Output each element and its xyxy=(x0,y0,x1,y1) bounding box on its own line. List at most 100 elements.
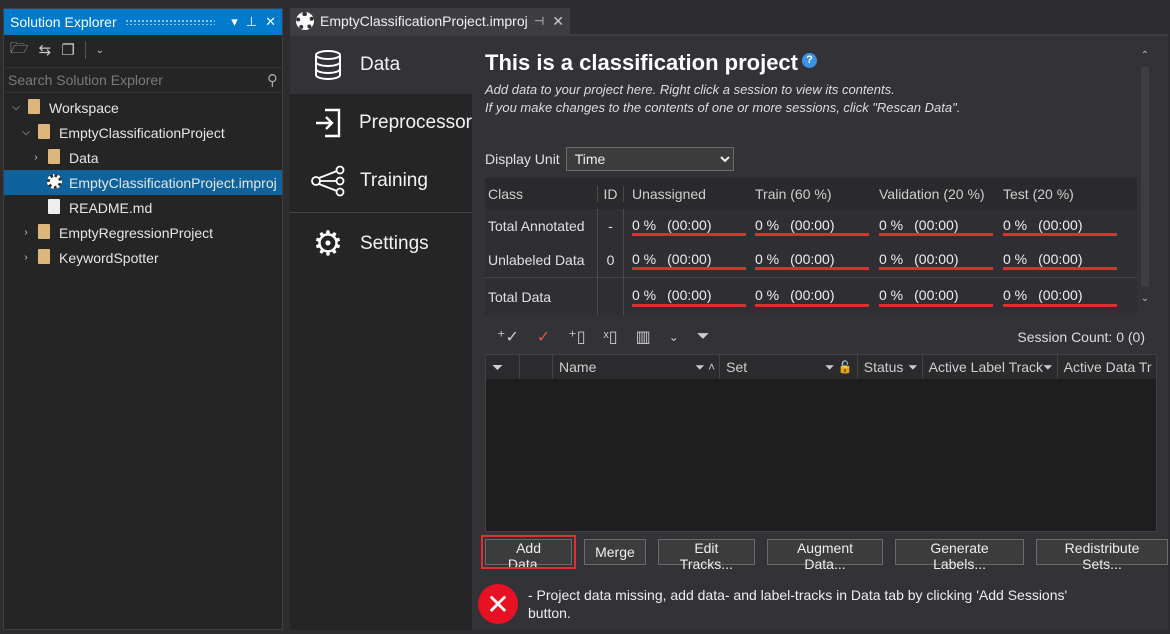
help-icon[interactable]: ? xyxy=(802,52,817,68)
add-check-icon[interactable]: ⁺✓ xyxy=(497,327,519,347)
tree-item[interactable]: › EmptyRegressionProject xyxy=(4,220,282,245)
clear-filter-icon[interactable]: ⏷ xyxy=(697,328,710,346)
generate-labels-button[interactable]: Generate Labels... xyxy=(895,539,1025,572)
search-icon[interactable]: ⚲ xyxy=(267,71,278,89)
summary-id xyxy=(597,278,623,315)
sync-icon[interactable]: ⇆ xyxy=(39,41,52,59)
summary-percent: 0 % xyxy=(632,250,657,267)
close-icon[interactable]: ✕ xyxy=(552,13,564,30)
header-set[interactable]: Set ⏷ 🔓 xyxy=(720,355,858,379)
nav-item-preprocessor[interactable]: Preprocessor xyxy=(290,94,472,152)
chevron-down-icon[interactable]: ⌵ xyxy=(8,102,24,113)
summary-duration: (00:00) xyxy=(1038,287,1083,303)
project-icon xyxy=(296,12,314,30)
tree-item[interactable]: › KeywordSpotter xyxy=(4,245,282,270)
summary-id: - xyxy=(597,209,623,243)
summary-percent: 0 % xyxy=(1003,287,1028,303)
edit-tracks-button[interactable]: Edit Tracks... xyxy=(657,539,755,572)
tree-item-label: EmptyRegressionProject xyxy=(59,224,214,241)
header-filter-cell[interactable]: ⏷ xyxy=(486,355,520,379)
distribution-bar: 0 % (00:00) xyxy=(1003,287,1117,307)
gear-icon: ⚙ xyxy=(312,225,344,263)
summary-scrollbar[interactable]: ⌃ ⌄ xyxy=(1138,50,1152,312)
header-active-data-track[interactable]: Active Data Tr xyxy=(1058,355,1156,379)
distribution-bar: 0 % (00:00) xyxy=(879,216,993,236)
chevron-down-icon[interactable]: ⌄ xyxy=(669,330,679,344)
filter-icon[interactable]: ⏷ xyxy=(908,360,918,375)
redistribute-sets-button[interactable]: Redistribute Sets... xyxy=(1036,539,1168,572)
summary-cell: 0 % (00:00) xyxy=(871,278,995,315)
tree-item[interactable]: ⌵ Workspace xyxy=(4,95,282,120)
pin-icon[interactable]: ⊣ xyxy=(534,14,544,28)
open-folder-icon[interactable]: 🗁 xyxy=(10,38,29,63)
chevron-right-icon[interactable]: › xyxy=(18,252,34,263)
session-grid[interactable]: ⏷ Name ⏷ ˄ Set ⏷ 🔓 Status ⏷ Active Label Tr… xyxy=(485,354,1157,532)
tree-item-label: Data xyxy=(69,149,99,166)
error-icon: ✕ xyxy=(478,584,518,624)
tree-item-label: KeywordSpotter xyxy=(59,249,159,266)
chevron-down-icon[interactable]: ▾ xyxy=(231,14,238,30)
nav-item-data[interactable]: Data xyxy=(290,36,472,94)
display-unit-row: Display Unit Time xyxy=(485,147,734,171)
error-message: ✕ - Project data missing, add data- and … xyxy=(478,584,1068,624)
chevron-down-icon[interactable]: ⌵ xyxy=(18,127,34,138)
project-icon xyxy=(44,173,64,192)
tree-item-label: README.md xyxy=(69,199,153,216)
scroll-up-icon[interactable]: ⌃ xyxy=(1138,50,1152,61)
nav-item-training[interactable]: Training xyxy=(290,152,472,210)
summary-duration: (00:00) xyxy=(790,250,835,267)
tracks-icon[interactable]: ▥ xyxy=(636,327,651,347)
chevron-right-icon[interactable]: › xyxy=(28,152,44,163)
merge-button[interactable]: Merge xyxy=(584,539,646,565)
tree-item-label: EmptyClassificationProject.improj xyxy=(69,174,277,191)
summary-percent: 0 % xyxy=(879,250,904,267)
tree-item[interactable]: README.md xyxy=(4,195,282,220)
display-unit-select[interactable]: Time xyxy=(565,147,734,171)
pin-icon[interactable]: ⊥ xyxy=(246,14,257,30)
summary-percent: 0 % xyxy=(1003,216,1028,233)
summary-duration: (00:00) xyxy=(790,287,835,303)
filter-icon[interactable]: ⏷ ˄ xyxy=(695,360,715,375)
summary-id: 0 xyxy=(597,243,623,277)
summary-percent: 0 % xyxy=(1003,250,1028,267)
neural-network-icon xyxy=(310,163,346,199)
tree-item[interactable]: EmptyClassificationProject.improj xyxy=(4,170,282,195)
tree-item[interactable]: › Data xyxy=(4,145,282,170)
chevron-right-icon[interactable]: › xyxy=(18,227,34,238)
close-icon[interactable]: ✕ xyxy=(265,14,276,30)
more-icon[interactable]: ⌄ xyxy=(96,45,104,56)
remove-track-icon[interactable]: ˣ▯ xyxy=(604,327,618,347)
remove-check-icon[interactable]: ✓ xyxy=(537,327,550,347)
augment-data-button[interactable]: Augment Data... xyxy=(766,539,884,572)
collapse-all-icon[interactable]: ❐ xyxy=(61,41,74,59)
project-nav: Data Preprocessor Training ⚙ Settings xyxy=(290,36,472,630)
folder-icon xyxy=(34,223,54,242)
summary-percent: 0 % xyxy=(755,287,780,303)
filter-icon[interactable]: ⏷ xyxy=(492,359,503,376)
add-track-icon[interactable]: ⁺▯ xyxy=(568,327,585,347)
header-status-label: Status xyxy=(863,359,904,375)
document-tab[interactable]: EmptyClassificationProject.improj ⊣ ✕ xyxy=(290,8,570,34)
filter-lock-icon[interactable]: ⏷ 🔓 xyxy=(825,360,853,375)
header-status[interactable]: Status ⏷ xyxy=(858,355,923,379)
header-select-cell[interactable] xyxy=(520,355,554,379)
tree-item[interactable]: ⌵ EmptyClassificationProject xyxy=(4,120,282,145)
solution-search-input[interactable] xyxy=(8,72,267,88)
document-tab-label: EmptyClassificationProject.improj xyxy=(320,13,528,29)
add-data-button[interactable]: Add Data... xyxy=(480,535,577,572)
scroll-down-icon[interactable]: ⌄ xyxy=(1138,293,1152,304)
title-grip[interactable] xyxy=(124,19,216,25)
summary-duration: (00:00) xyxy=(914,250,959,267)
header-active-label-track[interactable]: Active Label Track ⏷ xyxy=(923,355,1058,379)
summary-cell: 0 % (00:00) xyxy=(747,243,871,277)
header-name[interactable]: Name ⏷ ˄ xyxy=(553,355,721,379)
summary-row: Unlabeled Data 0 0 % (00:00) 0 % (00:00) 0 % (0… xyxy=(485,243,1137,277)
scroll-thumb[interactable] xyxy=(1141,67,1149,287)
nav-item-settings[interactable]: ⚙ Settings xyxy=(290,215,472,273)
header-class: Class xyxy=(488,185,524,202)
header-test: Test (20 %) xyxy=(1003,185,1074,202)
summary-percent: 0 % xyxy=(632,216,657,233)
summary-duration: (00:00) xyxy=(667,216,712,233)
filter-icon[interactable]: ⏷ xyxy=(1043,360,1053,375)
distribution-bar: 0 % (00:00) xyxy=(1003,250,1117,270)
